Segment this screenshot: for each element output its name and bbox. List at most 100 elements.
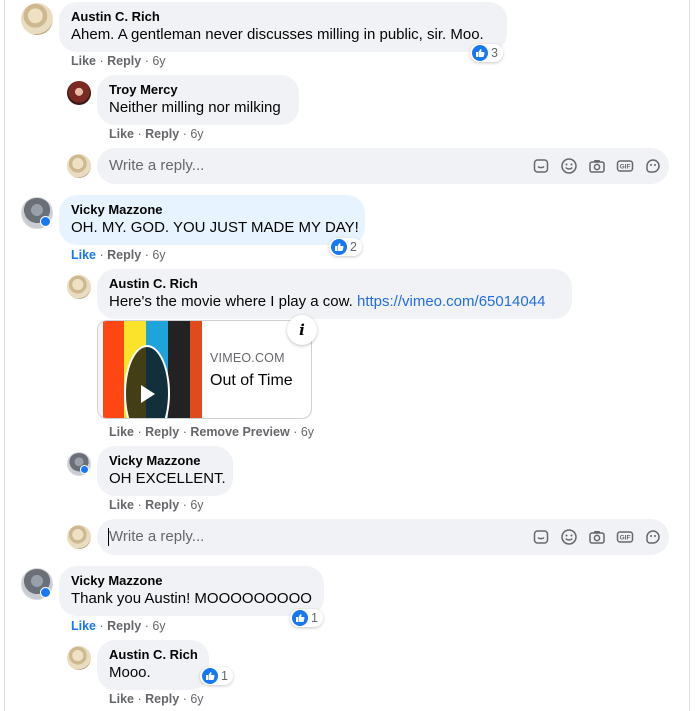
separator: · <box>144 248 149 262</box>
comment-author[interactable]: Vicky Mazzone <box>71 573 312 589</box>
timestamp[interactable]: 6y <box>152 54 165 68</box>
feed-border-left <box>4 0 5 711</box>
timestamp[interactable]: 6y <box>152 248 165 262</box>
like-link[interactable]: Like <box>109 425 134 439</box>
timestamp[interactable]: 6y <box>190 127 203 141</box>
reply-placeholder: Write a reply... <box>109 157 205 174</box>
avatar <box>67 525 91 549</box>
info-icon[interactable]: i <box>287 315 317 345</box>
vimeo-link[interactable]: https://vimeo.com/65014044 <box>357 293 545 310</box>
preview-title[interactable]: Out of Time <box>210 372 293 390</box>
reply-link[interactable]: Reply <box>107 619 141 633</box>
comment-author[interactable]: Austin C. Rich <box>71 9 495 25</box>
comment-text: Ahem. A gentleman never discusses millin… <box>71 26 484 43</box>
sticker-icon[interactable] <box>531 156 551 176</box>
reaction-summary[interactable]: 3 <box>470 44 503 62</box>
online-badge-icon <box>80 465 89 474</box>
preview-domain: VIMEO.COM <box>210 351 285 365</box>
separator: · <box>137 498 142 512</box>
reply-placeholder: Write a reply... <box>109 528 205 545</box>
comment-author[interactable]: Austin C. Rich <box>109 647 198 663</box>
reply-bubble: Vicky Mazzone OH EXCELLENT. <box>97 446 233 496</box>
gif-icon[interactable]: GIF <box>615 527 635 547</box>
avatar[interactable] <box>21 3 53 35</box>
like-icon <box>292 610 308 626</box>
comment-actions: Like · Reply · 6y <box>71 618 166 634</box>
reaction-summary[interactable]: 1 <box>200 667 233 685</box>
feed-border-right <box>689 0 690 711</box>
timestamp[interactable]: 6y <box>190 692 203 706</box>
avatar <box>67 154 91 178</box>
reply-link[interactable]: Reply <box>107 248 141 262</box>
sticker-icon[interactable] <box>531 527 551 547</box>
timestamp[interactable]: 6y <box>190 498 203 512</box>
separator: · <box>99 619 104 633</box>
reply-link[interactable]: Reply <box>145 692 179 706</box>
emoji-icon[interactable] <box>559 156 579 176</box>
comment-author[interactable]: Austin C. Rich <box>109 276 560 292</box>
like-link[interactable]: Like <box>71 248 96 262</box>
gif-icon[interactable]: GIF <box>615 156 635 176</box>
online-badge-icon <box>40 216 51 227</box>
comment-actions: Like · Reply · 6y <box>109 691 204 707</box>
separator: · <box>144 619 149 633</box>
comment-text: Neither milling nor milking <box>109 99 281 116</box>
reply-bubble: Austin C. Rich Here's the movie where I … <box>97 269 572 319</box>
comment-bubble: Vicky Mazzone OH. MY. GOD. YOU JUST MADE… <box>59 195 365 245</box>
sticker-face-icon[interactable] <box>643 156 663 176</box>
reply-bubble: Austin C. Rich Mooo. <box>97 640 209 690</box>
like-icon <box>202 668 218 684</box>
comment-text: Mooo. <box>109 664 151 681</box>
reply-link[interactable]: Reply <box>145 127 179 141</box>
comment-text: OH EXCELLENT. <box>109 470 226 487</box>
thumbnail-stripe <box>103 321 124 418</box>
like-link[interactable]: Like <box>71 54 96 68</box>
svg-text:GIF: GIF <box>620 164 631 171</box>
link-preview-card[interactable]: VIMEO.COM Out of Time <box>97 320 312 419</box>
reply-link[interactable]: Reply <box>145 498 179 512</box>
reply-input[interactable]: Write a reply... GIF <box>97 519 669 555</box>
reaction-count: 3 <box>491 46 498 60</box>
comment-author[interactable]: Troy Mercy <box>109 82 287 98</box>
comment-bubble: Vicky Mazzone Thank you Austin! MOOOOOOO… <box>59 566 324 616</box>
camera-icon[interactable] <box>587 527 607 547</box>
reply-link[interactable]: Reply <box>107 54 141 68</box>
comment-text: Here's the movie where I play a cow. htt… <box>109 292 560 312</box>
reaction-count: 1 <box>221 669 228 683</box>
like-link[interactable]: Like <box>109 692 134 706</box>
reply-input[interactable]: Write a reply... GIF <box>97 148 669 184</box>
video-thumbnail[interactable] <box>98 321 202 418</box>
emoji-icon[interactable] <box>559 527 579 547</box>
reply-tools: GIF <box>531 156 663 176</box>
separator: · <box>144 54 149 68</box>
remove-preview-link[interactable]: Remove Preview <box>190 425 289 439</box>
reaction-summary[interactable]: 2 <box>329 238 362 256</box>
comment-author[interactable]: Vicky Mazzone <box>71 202 353 218</box>
reaction-summary[interactable]: 1 <box>290 609 323 627</box>
camera-icon[interactable] <box>587 156 607 176</box>
avatar[interactable] <box>67 646 91 670</box>
like-icon <box>472 45 488 61</box>
avatar[interactable] <box>67 275 91 299</box>
like-link[interactable]: Like <box>71 619 96 633</box>
sticker-face-icon[interactable] <box>643 527 663 547</box>
reply-link[interactable]: Reply <box>145 425 179 439</box>
thumbnail-stripe <box>190 321 202 418</box>
reaction-count: 2 <box>350 240 357 254</box>
avatar[interactable] <box>67 81 91 105</box>
comment-author[interactable]: Vicky Mazzone <box>109 453 221 469</box>
like-link[interactable]: Like <box>109 127 134 141</box>
comment-bubble: Austin C. Rich Ahem. A gentleman never d… <box>59 2 507 52</box>
separator: · <box>182 692 187 706</box>
comment-body: Here's the movie where I play a cow. <box>109 293 353 310</box>
timestamp[interactable]: 6y <box>301 425 314 439</box>
separator: · <box>137 127 142 141</box>
comment-actions: Like · Reply · 6y <box>71 247 166 263</box>
like-link[interactable]: Like <box>109 498 134 512</box>
separator: · <box>182 425 187 439</box>
timestamp[interactable]: 6y <box>152 619 165 633</box>
separator: · <box>293 425 298 439</box>
reply-bubble: Troy Mercy Neither milling nor milking <box>97 75 299 125</box>
separator: · <box>182 498 187 512</box>
comment-actions: Like · Reply · Remove Preview · 6y <box>109 424 314 440</box>
